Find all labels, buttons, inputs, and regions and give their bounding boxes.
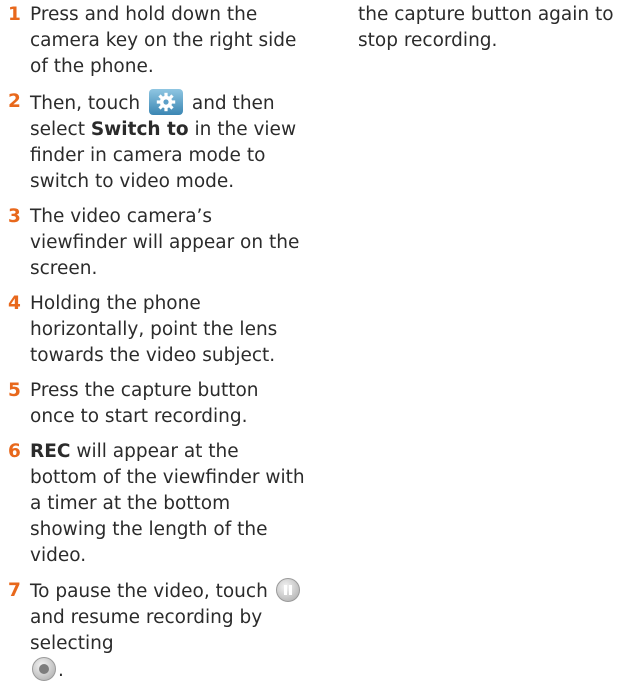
step-1: 1 Press and hold down the camera key on … — [8, 2, 308, 80]
step-2: 2 Then, touch and then select Switch to … — [8, 89, 308, 195]
step-text: The video camera’s viewfinder will appea… — [30, 206, 300, 279]
step-text: To pause the video, touch and resume rec… — [30, 578, 308, 684]
step-number: 4 — [8, 293, 21, 314]
instructions-right-column: the capture button again to stop recordi… — [358, 2, 628, 54]
step-text: REC will appear at the bottom of the vie… — [30, 439, 308, 569]
step-text: Press and hold down the camera key on th… — [30, 4, 297, 77]
step-text-part: To pause the video, touch — [30, 581, 268, 602]
record-icon — [32, 657, 56, 681]
step-text-part: and resume recording by selecting — [30, 607, 263, 654]
step-text-part: will appear at the bottom of the viewfin… — [30, 441, 305, 566]
instructions-left-column: 1 Press and hold down the camera key on … — [8, 2, 308, 693]
step-number: 5 — [8, 380, 21, 401]
step-number: 6 — [8, 441, 21, 462]
step-text: Holding the phone horizontally, point th… — [30, 293, 278, 366]
rec-label: REC — [30, 441, 71, 462]
settings-gear-icon — [148, 89, 183, 115]
step-7: 7 To pause the video, touch and resume r… — [8, 578, 308, 684]
step-number: 2 — [8, 91, 21, 112]
continuation-text: the capture button again to stop recordi… — [358, 4, 614, 51]
step-text: Then, touch and then select Switch to in… — [30, 89, 308, 195]
step-number: 3 — [8, 206, 21, 227]
step-number: 1 — [8, 4, 21, 25]
step-text-part: . — [58, 660, 64, 681]
step-number: 7 — [8, 580, 21, 601]
switch-to-label: Switch to — [90, 119, 189, 140]
pause-icon — [275, 578, 300, 602]
step-6: 6 REC will appear at the bottom of the v… — [8, 439, 308, 569]
step-3: 3 The video camera’s viewfinder will app… — [8, 204, 308, 282]
step-5: 5 Press the capture button once to start… — [8, 378, 308, 430]
step-text: Press the capture button once to start r… — [30, 380, 259, 427]
step-4: 4 Holding the phone horizontally, point … — [8, 291, 308, 369]
step-text-part: Then, touch — [30, 93, 141, 114]
